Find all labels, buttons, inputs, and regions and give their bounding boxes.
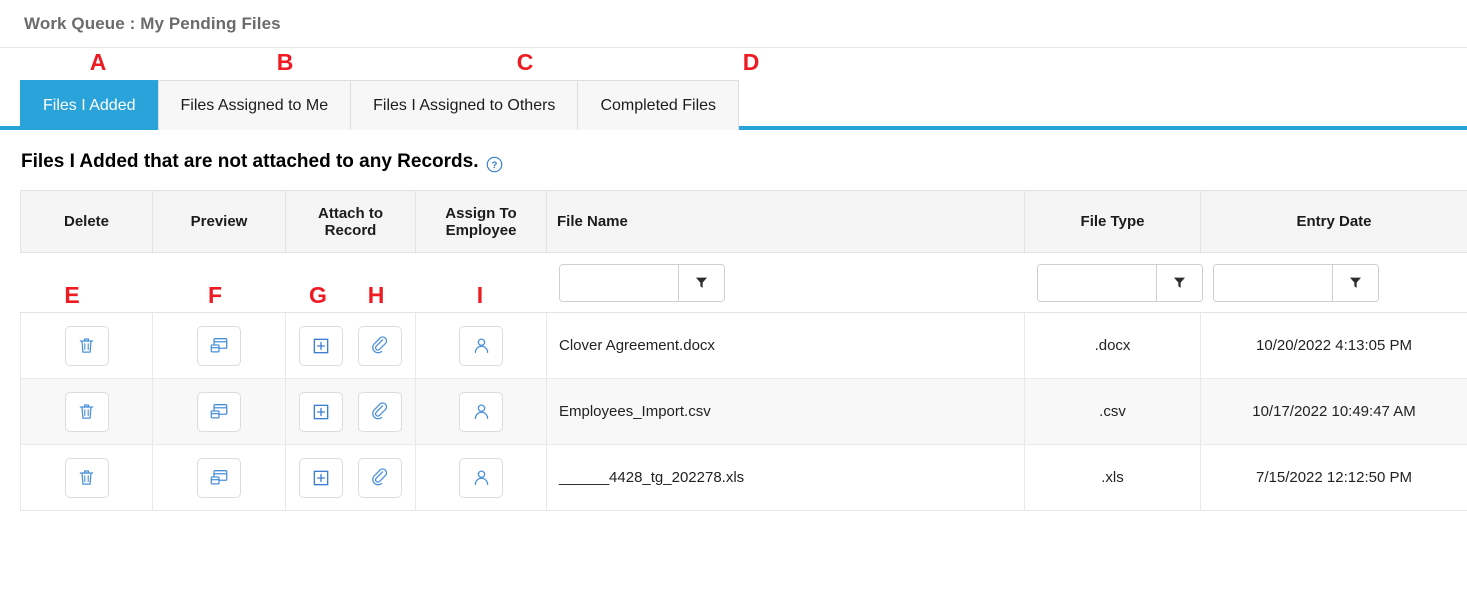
preview-button[interactable] — [197, 325, 241, 366]
cell-file-type: .csv — [1024, 378, 1201, 445]
annotation-d: D — [742, 49, 760, 75]
entry-date-filter-button[interactable] — [1332, 264, 1378, 301]
filter-cell-delete — [20, 252, 153, 313]
grid-header: Delete Preview Attach to Record Assign T… — [20, 190, 1467, 253]
filter-cell-file-type — [1024, 252, 1203, 313]
cell-preview — [152, 378, 286, 445]
cell-file-type: .xls — [1024, 444, 1201, 511]
cell-assign — [415, 312, 547, 379]
section-heading-text: Files I Added that are not attached to a… — [21, 151, 479, 172]
column-header-entry-date[interactable]: Entry Date — [1200, 190, 1467, 253]
file-name-filter — [559, 263, 725, 302]
tab-label: Files I Assigned to Others — [373, 96, 556, 114]
delete-button[interactable] — [64, 325, 109, 366]
grid-body: Clover Agreement.docx .docx 10/20/2022 4… — [20, 252, 1467, 511]
annotation-b: B — [276, 49, 294, 75]
column-header-preview[interactable]: Preview — [152, 190, 286, 253]
preview-button[interactable] — [197, 391, 241, 432]
grid-header-row: Delete Preview Attach to Record Assign T… — [20, 190, 1467, 253]
file-name-filter-button[interactable] — [678, 264, 724, 301]
column-header-attach-to-record[interactable]: Attach to Record — [285, 190, 416, 253]
attach-to-record-button[interactable] — [298, 325, 343, 366]
annotation-h: H — [367, 282, 385, 308]
table-row: ______4428_tg_202278.xls .xls 7/15/2022 … — [20, 444, 1467, 511]
cell-entry-date: 10/17/2022 10:49:47 AM — [1200, 378, 1467, 445]
filter-cell-attach — [285, 252, 416, 313]
delete-button[interactable] — [64, 391, 109, 432]
tab-files-i-assigned-to-others[interactable]: Files I Assigned to Others — [350, 80, 579, 130]
svg-text:?: ? — [491, 160, 497, 170]
table-row: Employees_Import.csv .csv 10/17/2022 10:… — [20, 378, 1467, 445]
annotation-g: G — [309, 282, 327, 308]
cell-attach — [285, 444, 416, 511]
grid-filter-row — [20, 252, 1467, 313]
filter-cell-entry-date — [1200, 252, 1467, 313]
cell-attach — [285, 312, 416, 379]
assign-to-employee-button[interactable] — [459, 325, 503, 366]
file-type-filter-input[interactable] — [1038, 264, 1156, 301]
cell-file-type: .docx — [1024, 312, 1201, 379]
attach-file-button[interactable] — [358, 391, 403, 432]
filter-cell-file-name — [546, 252, 1025, 313]
entry-date-filter-input[interactable] — [1214, 264, 1332, 301]
cell-assign — [415, 378, 547, 445]
page-title: Work Queue : My Pending Files — [24, 13, 281, 33]
annotation-a: A — [89, 49, 107, 75]
app-header: Work Queue : My Pending Files — [0, 0, 1467, 48]
cell-assign — [415, 444, 547, 511]
table-row: Clover Agreement.docx .docx 10/20/2022 4… — [20, 312, 1467, 379]
cell-preview — [152, 444, 286, 511]
cell-file-name: Clover Agreement.docx — [546, 312, 1025, 379]
tab-files-assigned-to-me[interactable]: Files Assigned to Me — [157, 80, 352, 130]
annotation-i: I — [476, 282, 484, 308]
file-type-filter-button[interactable] — [1156, 264, 1202, 301]
cell-delete — [20, 312, 153, 379]
column-header-file-name[interactable]: File Name — [546, 190, 1025, 253]
tab-label: Files Assigned to Me — [180, 96, 329, 114]
cell-attach — [285, 378, 416, 445]
file-type-filter — [1037, 263, 1203, 302]
cell-file-name: Employees_Import.csv — [546, 378, 1025, 445]
column-header-delete[interactable]: Delete — [20, 190, 153, 253]
attach-file-button[interactable] — [358, 457, 403, 498]
tab-completed-files[interactable]: Completed Files — [577, 80, 740, 130]
cell-file-name: ______4428_tg_202278.xls — [546, 444, 1025, 511]
tab-label: Files I Added — [43, 96, 136, 114]
assign-to-employee-button[interactable] — [459, 391, 503, 432]
help-circle-icon[interactable]: ? — [486, 156, 503, 173]
section-heading: Files I Added that are not attached to a… — [21, 151, 1467, 173]
annotation-c: C — [516, 49, 534, 75]
attach-file-button[interactable] — [358, 325, 403, 366]
cell-preview — [152, 312, 286, 379]
delete-button[interactable] — [64, 457, 109, 498]
cell-entry-date: 10/20/2022 4:13:05 PM — [1200, 312, 1467, 379]
files-grid: Delete Preview Attach to Record Assign T… — [20, 190, 1467, 511]
annotation-e: E — [64, 282, 80, 308]
entry-date-filter — [1213, 263, 1379, 302]
cell-delete — [20, 444, 153, 511]
cell-delete — [20, 378, 153, 445]
attach-to-record-button[interactable] — [298, 457, 343, 498]
cell-entry-date: 7/15/2022 12:12:50 PM — [1200, 444, 1467, 511]
tab-label: Completed Files — [600, 96, 717, 114]
preview-button[interactable] — [197, 457, 241, 498]
attach-to-record-button[interactable] — [298, 391, 343, 432]
annotation-f: F — [207, 282, 223, 308]
files-grid-container: Delete Preview Attach to Record Assign T… — [20, 190, 1467, 511]
tab-strip: Files I Added Files Assigned to Me Files… — [0, 80, 1467, 130]
file-name-filter-input[interactable] — [560, 264, 678, 301]
column-header-file-type[interactable]: File Type — [1024, 190, 1201, 253]
column-header-assign-to-employee[interactable]: Assign To Employee — [415, 190, 547, 253]
tab-files-i-added[interactable]: Files I Added — [20, 80, 159, 130]
assign-to-employee-button[interactable] — [459, 457, 503, 498]
